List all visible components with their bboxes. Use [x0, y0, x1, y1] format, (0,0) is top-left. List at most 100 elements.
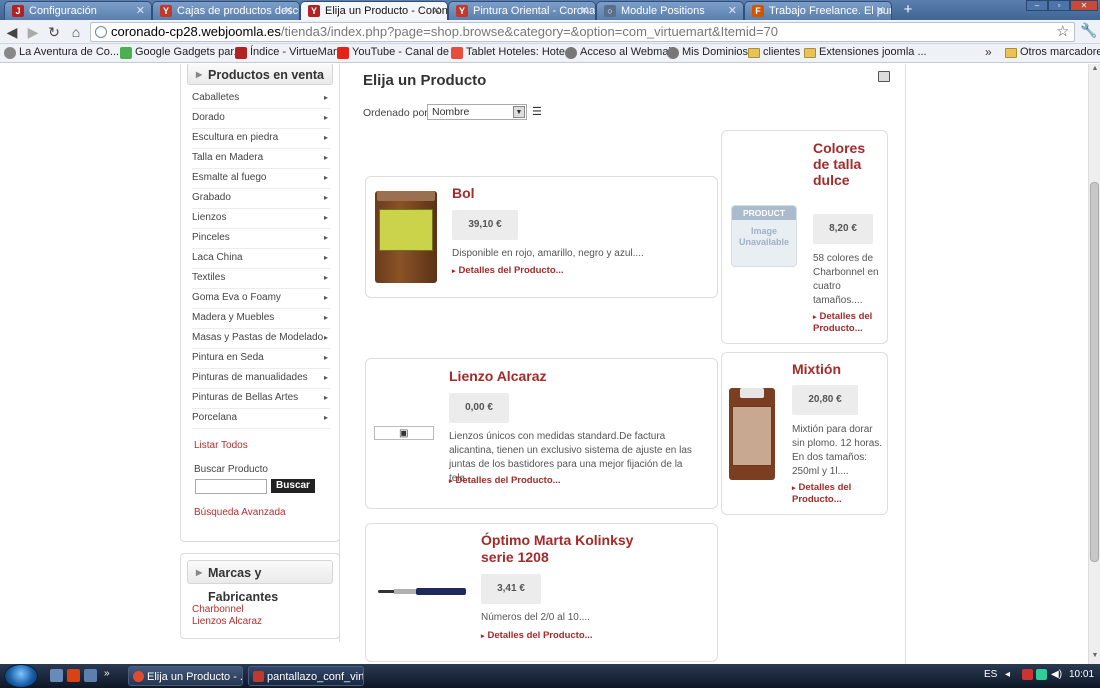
- bookmark-label: YouTube - Canal de ...: [352, 46, 462, 58]
- search-input[interactable]: [195, 479, 267, 494]
- product-details-link[interactable]: ▸ Detalles del Producto...: [792, 482, 872, 505]
- bookmark-label: Tablet Hoteles: Hote...: [466, 46, 575, 58]
- language-indicator[interactable]: ES: [984, 669, 997, 680]
- close-window-button[interactable]: ✕: [1070, 0, 1098, 11]
- product-name[interactable]: Bol: [452, 185, 475, 201]
- bookmark-item[interactable]: Google Gadgets par...: [120, 46, 243, 59]
- product-details-link[interactable]: ▸ Detalles del Producto...: [481, 630, 593, 642]
- category-link[interactable]: Masas y Pastas de Modelado ▸: [192, 329, 330, 349]
- product-name[interactable]: Lienzo Alcaraz: [449, 368, 547, 384]
- category-link[interactable]: Dorado ▸: [192, 109, 330, 129]
- image-unavailable-icon[interactable]: PRODUCT Image Unavailable: [731, 205, 797, 267]
- brand-link[interactable]: Lienzos Alcaraz: [192, 616, 262, 627]
- category-link[interactable]: Pinturas de Bellas Artes ▸: [192, 389, 330, 409]
- bookmark-folder[interactable]: Extensiones joomla ...: [804, 46, 927, 58]
- browser-tab[interactable]: Y Pintura Oriental - Coronad ✕: [448, 1, 596, 20]
- address-bar[interactable]: coronado-cp28.webjoomla.es/tienda3/index…: [90, 22, 1075, 42]
- show-desktop-icon[interactable]: [50, 669, 63, 682]
- order-select[interactable]: Nombre ▼: [427, 104, 527, 120]
- youtube-icon: [337, 47, 349, 59]
- chevron-right-icon[interactable]: »: [104, 668, 110, 681]
- category-link[interactable]: Pintura en Seda ▸: [192, 349, 330, 369]
- scroll-down-icon[interactable]: ▼: [1090, 652, 1100, 662]
- close-icon[interactable]: ✕: [728, 4, 737, 17]
- browser-tab[interactable]: J Configuración ✕: [4, 1, 152, 20]
- product-details-link[interactable]: ▸ Detalles del Producto...: [813, 311, 879, 334]
- forward-button[interactable]: ▶: [24, 23, 42, 41]
- back-button[interactable]: ◀: [3, 23, 21, 41]
- product-name[interactable]: Óptimo Marta Kolinksy serie 1208: [481, 532, 651, 566]
- category-link[interactable]: Madera y Muebles ▸: [192, 309, 330, 329]
- category-link[interactable]: Porcelana ▸: [192, 409, 330, 429]
- close-icon[interactable]: ✕: [876, 4, 885, 17]
- category-link[interactable]: Laca China ▸: [192, 249, 330, 269]
- bookmark-item[interactable]: Acceso al Webmail: [565, 46, 673, 59]
- browser-tab[interactable]: Y Cajas de productos descu ✕: [152, 1, 300, 20]
- chevron-left-icon[interactable]: ◂: [1005, 669, 1010, 680]
- bookmark-folder[interactable]: clientes: [748, 46, 800, 58]
- close-icon[interactable]: ✕: [136, 4, 145, 17]
- list-all-link[interactable]: Listar Todos: [194, 440, 248, 451]
- taskbar-item[interactable]: pantallazo_conf_virt...: [248, 666, 364, 686]
- browser-tab[interactable]: F Trabajo Freelance. El punto ✕: [744, 1, 892, 20]
- category-link[interactable]: Textiles ▸: [192, 269, 330, 289]
- bookmark-item[interactable]: Índice - VirtueMart: [235, 46, 340, 59]
- vertical-scrollbar[interactable]: ▲ ▼: [1088, 64, 1100, 664]
- bookmark-item[interactable]: La Aventura de Co...: [4, 46, 119, 59]
- category-link[interactable]: Talla en Madera ▸: [192, 149, 330, 169]
- bookmark-item[interactable]: Mis Dominios: [667, 46, 748, 59]
- category-link[interactable]: Esmalte al fuego ▸: [192, 169, 330, 189]
- product-image[interactable]: [376, 587, 468, 595]
- broken-image-icon[interactable]: ▣: [374, 426, 434, 440]
- scroll-up-icon[interactable]: ▲: [1090, 65, 1100, 75]
- minimize-button[interactable]: –: [1026, 0, 1048, 11]
- maximize-button[interactable]: ▫: [1048, 0, 1070, 11]
- product-details-link[interactable]: ▸ Detalles del Producto...: [449, 475, 561, 487]
- product-name[interactable]: Mixtión: [792, 361, 841, 377]
- browser-tab[interactable]: ○ Module Positions ✕: [596, 1, 744, 20]
- category-link[interactable]: Pinceles ▸: [192, 229, 330, 249]
- close-icon[interactable]: ✕: [284, 4, 293, 17]
- chevron-right-icon[interactable]: »: [985, 45, 992, 59]
- start-button[interactable]: [4, 664, 38, 688]
- bookmark-item[interactable]: Tablet Hoteles: Hote...: [451, 46, 575, 59]
- home-icon[interactable]: ⌂: [67, 23, 85, 41]
- clock[interactable]: 10:01: [1069, 669, 1094, 680]
- advanced-search-link[interactable]: Búsqueda Avanzada: [194, 507, 286, 518]
- product-price: 8,20 €: [813, 214, 873, 244]
- category-label: Porcelana: [192, 412, 238, 423]
- category-link[interactable]: Escultura en piedra ▸: [192, 129, 330, 149]
- product-details-link[interactable]: ▸ Detalles del Producto...: [452, 265, 564, 277]
- category-link[interactable]: Caballetes ▸: [192, 89, 330, 109]
- new-tab-button[interactable]: +: [898, 2, 918, 18]
- product-name[interactable]: Colores de talla dulce: [813, 140, 879, 188]
- media-player-icon[interactable]: [67, 669, 80, 682]
- bookmark-folder[interactable]: Otros marcadores: [1005, 46, 1100, 58]
- close-icon[interactable]: ✕: [580, 4, 589, 17]
- tray-app-icon[interactable]: [1022, 669, 1033, 680]
- category-link[interactable]: Goma Eva o Foamy ▸: [192, 289, 330, 309]
- print-icon[interactable]: [878, 71, 890, 82]
- category-link[interactable]: Lienzos ▸: [192, 209, 330, 229]
- wrench-icon[interactable]: 🔧: [1080, 22, 1097, 39]
- close-icon[interactable]: ✕: [432, 4, 441, 17]
- brand-link[interactable]: Charbonnel: [192, 604, 244, 615]
- scrollbar-thumb[interactable]: [1090, 182, 1099, 562]
- bookmark-item[interactable]: YouTube - Canal de ...: [337, 46, 462, 59]
- category-link[interactable]: Grabado ▸: [192, 189, 330, 209]
- search-button[interactable]: Buscar: [271, 479, 315, 493]
- details-label: Detalles del Producto...: [455, 475, 561, 486]
- product-price: 20,80 €: [792, 385, 858, 415]
- taskbar-item-active[interactable]: Elija un Producto - ...: [128, 666, 243, 686]
- browser-tab-active[interactable]: Y Elija un Producto - Corona ✕: [300, 1, 448, 20]
- volume-icon[interactable]: ◀): [1051, 669, 1062, 680]
- category-link[interactable]: Pinturas de manualidades ▸: [192, 369, 330, 389]
- explorer-icon[interactable]: [84, 669, 97, 682]
- product-image[interactable]: [729, 388, 775, 480]
- bookmark-star-icon[interactable]: ☆: [1056, 22, 1069, 40]
- network-icon[interactable]: [1036, 669, 1047, 680]
- product-image[interactable]: [375, 191, 437, 283]
- chevron-right-icon: ▸: [323, 233, 328, 242]
- reload-icon[interactable]: ↻: [45, 23, 63, 41]
- sort-direction-icon[interactable]: ☰: [532, 105, 542, 118]
